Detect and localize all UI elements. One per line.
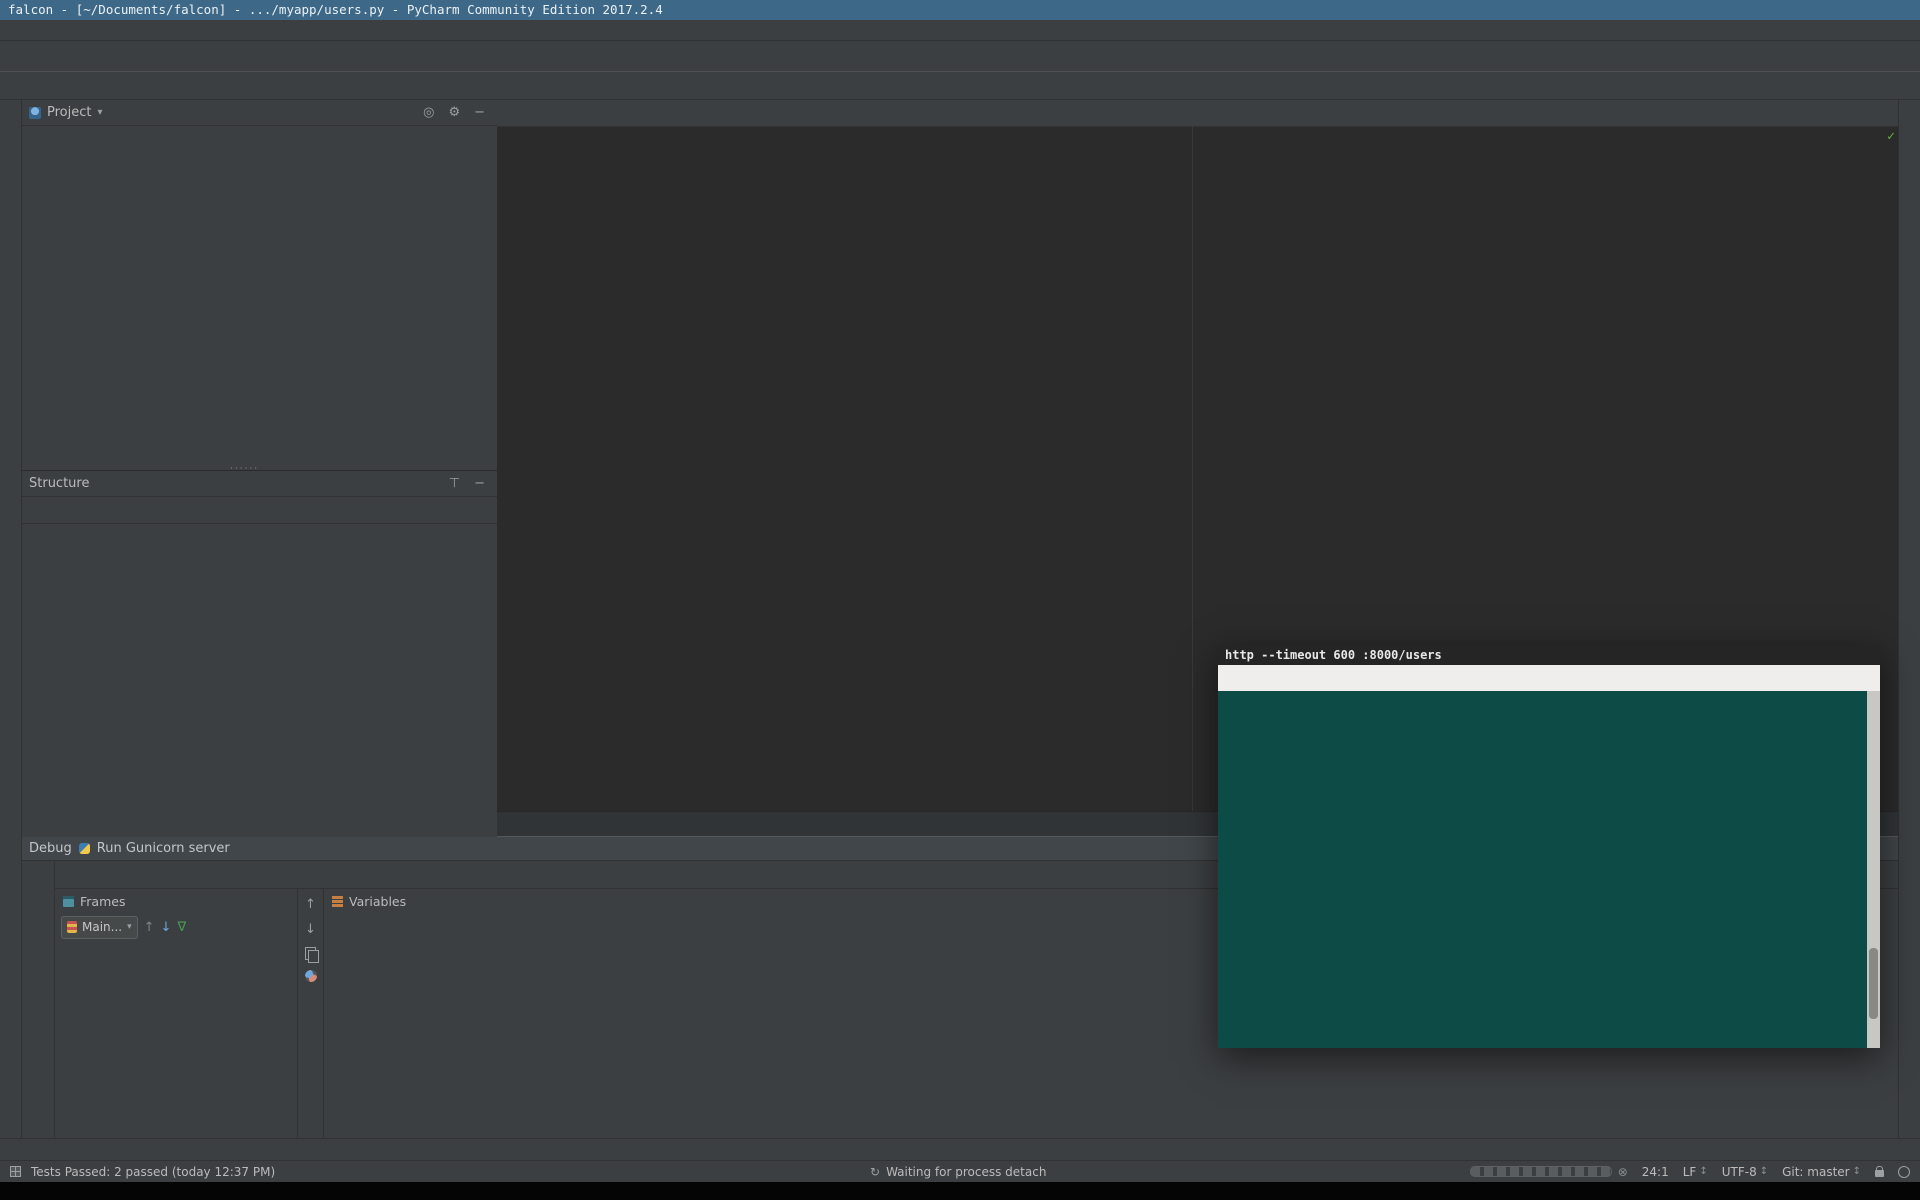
process-status: ↻ Waiting for process detach	[870, 1165, 1046, 1179]
structure-toolbar	[21, 497, 497, 524]
debug-actions-toolbar	[21, 861, 55, 1138]
main-toolbar	[0, 41, 1920, 72]
locate-file-icon[interactable]: ◎	[419, 105, 438, 120]
thread-selector-row: Main... ▾ ↑ ↓ ∇	[55, 913, 297, 941]
stop-process-icon[interactable]: ⊗	[1618, 1165, 1628, 1179]
menu-bar	[0, 20, 1920, 41]
structure-panel-header: Structure ⊤ −	[21, 471, 497, 497]
project-panel: Project ▾ ◎ ⚙ −	[21, 100, 497, 470]
left-tool-strip	[0, 100, 22, 1138]
hide-panel-icon[interactable]: −	[470, 105, 489, 120]
status-bar: Tests Passed: 2 passed (today 12:37 PM) …	[0, 1160, 1920, 1182]
encoding-widget[interactable]: UTF-8↕	[1722, 1165, 1768, 1179]
right-margin-guide	[1192, 126, 1193, 812]
progress-bar	[1470, 1166, 1612, 1177]
breadcrumb	[0, 73, 1920, 100]
thread-name: Main...	[82, 920, 122, 934]
pycharm-window: falcon - [~/Documents/falcon] - .../myap…	[0, 0, 1920, 1200]
os-taskbar	[0, 1182, 1920, 1200]
panel-splitter[interactable]: ······	[230, 464, 259, 474]
right-tool-strip	[1898, 100, 1920, 1138]
thread-selector[interactable]: Main... ▾	[61, 916, 138, 939]
vcs-branch-widget[interactable]: Git: master↕	[1782, 1165, 1861, 1179]
terminal-window[interactable]: http --timeout 600 :8000/users	[1218, 645, 1880, 1048]
chevron-down-icon[interactable]: ▾	[97, 107, 102, 118]
filter-frames-icon[interactable]: ∇	[177, 920, 186, 935]
thread-icon	[67, 921, 77, 933]
hector-icon[interactable]	[1898, 1166, 1910, 1178]
tool-window-switcher-icon[interactable]	[10, 1166, 21, 1177]
variables-title: Variables	[349, 894, 406, 909]
frames-panel: Frames Main... ▾ ↑ ↓ ∇	[55, 889, 298, 1138]
debug-run-config: Run Gunicorn server	[97, 841, 230, 856]
up-icon[interactable]: ↑	[305, 897, 316, 912]
inspection-status-icon[interactable]: ✓	[1887, 129, 1895, 144]
spinner-icon: ↻	[870, 1165, 880, 1179]
line-ending-widget[interactable]: LF↕	[1683, 1165, 1708, 1179]
previous-frame-icon[interactable]: ↑	[144, 920, 155, 935]
project-panel-header: Project ▾ ◎ ⚙ −	[21, 100, 497, 126]
run-config-icon	[79, 843, 90, 854]
test-status-text: Tests Passed: 2 passed (today 12:37 PM)	[31, 1165, 275, 1179]
frames-icon	[63, 896, 74, 907]
settings-gear-icon[interactable]: ⚙	[444, 105, 464, 120]
process-status-text: Waiting for process detach	[886, 1165, 1046, 1179]
editor-tab-bar	[497, 100, 1899, 127]
terminal-output[interactable]	[1218, 691, 1867, 1048]
frames-title: Frames	[80, 894, 125, 909]
frames-side-toolbar: ↑ ↓	[298, 889, 324, 1138]
chevron-down-icon: ▾	[127, 922, 132, 932]
debug-panel-title: Debug	[29, 841, 72, 856]
terminal-scrollbar-thumb[interactable]	[1869, 948, 1878, 1019]
terminal-scrollbar[interactable]	[1867, 691, 1880, 1048]
variables-icon	[332, 896, 343, 907]
terminal-menu-bar	[1218, 665, 1880, 692]
readonly-lock-icon[interactable]	[1875, 1170, 1884, 1177]
copy-frames-icon[interactable]	[305, 947, 316, 960]
terminal-titlebar[interactable]: http --timeout 600 :8000/users	[1218, 645, 1880, 665]
structure-panel-title: Structure	[29, 476, 89, 491]
autoscroll-icon[interactable]: ⊤	[445, 476, 464, 491]
frames-header: Frames	[55, 889, 297, 913]
down-icon[interactable]: ↓	[305, 922, 316, 937]
project-panel-title: Project	[47, 105, 91, 120]
next-frame-icon[interactable]: ↓	[161, 920, 172, 935]
hide-panel-icon[interactable]: −	[470, 476, 489, 491]
terminal-title: http --timeout 600 :8000/users	[1225, 648, 1442, 662]
window-titlebar[interactable]: falcon - [~/Documents/falcon] - .../myap…	[0, 0, 1920, 20]
window-title: falcon - [~/Documents/falcon] - .../myap…	[8, 2, 663, 17]
structure-panel: Structure ⊤ −	[21, 470, 497, 837]
project-view-icon	[29, 107, 41, 119]
threads-view-icon[interactable]	[305, 970, 317, 982]
tool-window-bar	[0, 1138, 1920, 1160]
caret-position[interactable]: 24:1	[1642, 1165, 1669, 1179]
